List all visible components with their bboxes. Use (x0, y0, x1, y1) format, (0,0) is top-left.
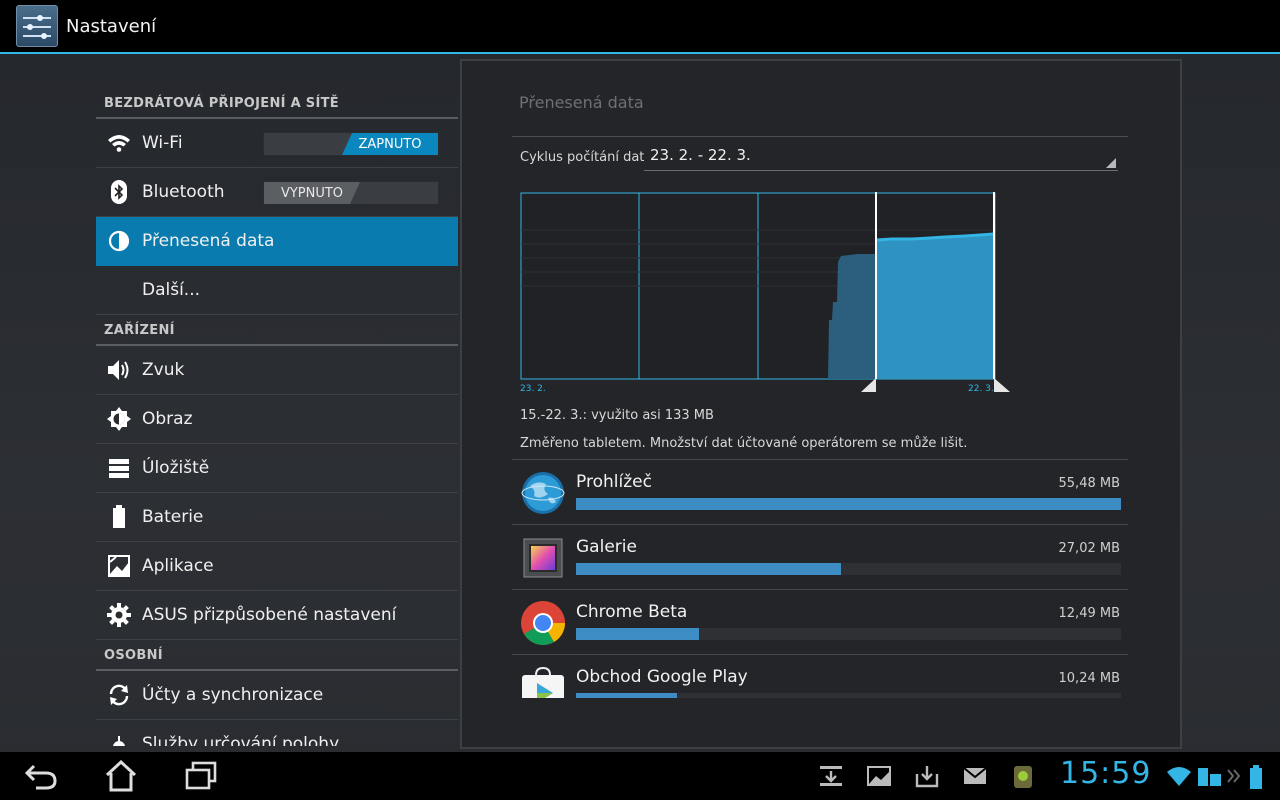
sidebar-item-asus-settings[interactable]: ASUS přizpůsobené nastavení (96, 591, 458, 640)
app-usage-row[interactable]: Prohlížeč 55,48 MB (512, 459, 1128, 524)
usage-track (576, 628, 1121, 640)
recent-apps-icon[interactable] (184, 760, 218, 792)
app-title: Nastavení (66, 15, 157, 37)
sidebar-item-more[interactable]: Další... (96, 266, 458, 315)
wifi-icon (106, 130, 132, 156)
sidebar-item-label: Úložiště (142, 458, 210, 478)
usb-debug-icon[interactable] (1010, 764, 1036, 788)
sidebar-item-accounts-sync[interactable]: Účty a synchronizace (96, 671, 458, 720)
usage-note: Změřeno tabletem. Množství dat účtované … (520, 436, 968, 451)
settings-list: BEZDRÁTOVÁ PŘIPOJENÍ A SÍTĚ Wi-Fi ZAPNUT… (96, 88, 458, 746)
app-usage-row[interactable]: Galerie 27,02 MB (512, 524, 1128, 589)
end-handle-icon[interactable] (994, 378, 1010, 392)
sidebar-item-label: Aplikace (142, 556, 214, 576)
sidebar-item-display[interactable]: Obraz (96, 395, 458, 444)
section-header-wireless: BEZDRÁTOVÁ PŘIPOJENÍ A SÍTĚ (96, 88, 458, 119)
sidebar-item-bluetooth[interactable]: Bluetooth VYPNUTO (96, 168, 458, 217)
chart-usage-area (876, 234, 994, 379)
app-name: Chrome Beta (576, 602, 688, 622)
data-usage-icon (106, 228, 132, 254)
start-handle-icon[interactable] (861, 378, 876, 392)
usage-bar (576, 563, 842, 575)
download-box-icon[interactable] (914, 764, 940, 788)
apps-icon (106, 553, 132, 579)
chart-end-label: 22. 3. (968, 384, 994, 394)
sidebar-item-label: Přenesená data (142, 231, 275, 251)
usage-bar (576, 628, 699, 640)
toggle-off-label: VYPNUTO (264, 182, 360, 204)
play-store-icon (520, 665, 566, 698)
home-icon[interactable] (104, 759, 138, 792)
sidebar-item-label: Zvuk (142, 360, 185, 380)
sidebar-item-data-usage[interactable]: Přenesená data (96, 217, 458, 266)
usage-track (576, 563, 1121, 575)
usage-bar (576, 498, 1121, 510)
gear-icon (106, 602, 132, 628)
app-usage-row[interactable]: Obchod Google Play 10,24 MB (512, 654, 1128, 698)
section-header-device: ZAŘÍZENÍ (96, 315, 458, 346)
bluetooth-toggle[interactable]: VYPNUTO (263, 181, 439, 205)
section-header-personal: OSOBNÍ (96, 640, 458, 671)
panel-title: Přenesená data (519, 93, 644, 112)
back-icon[interactable] (24, 760, 58, 792)
app-usage-row[interactable]: Chrome Beta 12,49 MB (512, 589, 1128, 654)
wifi-status-icon[interactable] (1166, 764, 1192, 788)
sidebar-item-battery[interactable]: Baterie (96, 493, 458, 542)
usage-summary: 15.-22. 3.: využito asi 133 MB (520, 408, 714, 423)
battery-icon (106, 504, 132, 530)
sync-icon (106, 682, 132, 708)
settings-sliders-icon[interactable] (16, 5, 58, 47)
bluetooth-icon (106, 179, 132, 205)
sidebar-item-storage[interactable]: Úložiště (96, 444, 458, 493)
download-icon[interactable] (818, 764, 844, 788)
sidebar-item-wifi[interactable]: Wi-Fi ZAPNUTO (96, 119, 458, 168)
usage-track (576, 498, 1121, 510)
data-usage-panel: Přenesená data Cyklus počítání dat 23. 2… (460, 59, 1182, 749)
gallery-icon (520, 535, 566, 581)
toggle-on-label: ZAPNUTO (342, 133, 438, 155)
cycle-value: 23. 2. - 22. 3. (650, 146, 751, 164)
cycle-spinner[interactable]: 23. 2. - 22. 3. (644, 143, 1118, 171)
sidebar-item-label: Účty a synchronizace (142, 685, 324, 705)
sidebar-item-apps[interactable]: Aplikace (96, 542, 458, 591)
chart-start-label: 23. 2. (520, 384, 546, 394)
gmail-icon[interactable] (962, 764, 988, 788)
app-size: 27,02 MB (1058, 541, 1120, 556)
image-notification-icon[interactable] (866, 764, 892, 788)
keyboard-battery-icon[interactable] (1196, 764, 1222, 788)
battery-status-icon[interactable] (1248, 764, 1274, 789)
data-usage-chart[interactable] (520, 192, 1012, 396)
browser-globe-icon (520, 470, 566, 516)
system-bar: 15:59 (0, 752, 1280, 800)
dropdown-triangle-icon (1106, 158, 1116, 168)
divider (512, 136, 1128, 137)
status-clock[interactable]: 15:59 (1060, 756, 1151, 791)
usage-track (576, 693, 1121, 698)
chrome-icon (520, 600, 566, 646)
location-icon (106, 734, 132, 746)
sidebar-item-location[interactable]: Služby určování polohy (96, 720, 458, 746)
sidebar-item-label: Další... (142, 280, 201, 300)
action-bar: Nastavení (0, 0, 1280, 54)
app-name: Galerie (576, 537, 637, 557)
app-size: 12,49 MB (1058, 606, 1120, 621)
cycle-label: Cyklus počítání dat (520, 150, 645, 165)
sidebar-item-label: Baterie (142, 507, 204, 527)
wifi-toggle[interactable]: ZAPNUTO (263, 132, 439, 156)
sidebar-item-label: ASUS přizpůsobené nastavení (142, 605, 397, 625)
storage-icon (106, 455, 132, 481)
app-size: 55,48 MB (1058, 476, 1120, 491)
usage-bar (576, 693, 677, 698)
app-name: Obchod Google Play (576, 667, 748, 687)
brightness-icon (106, 406, 132, 432)
speaker-icon (106, 357, 132, 383)
sidebar-item-label: Služby určování polohy (142, 734, 340, 746)
sidebar-item-label: Obraz (142, 409, 193, 429)
app-name: Prohlížeč (576, 472, 652, 492)
sidebar-item-sound[interactable]: Zvuk (96, 346, 458, 395)
app-size: 10,24 MB (1058, 671, 1120, 686)
